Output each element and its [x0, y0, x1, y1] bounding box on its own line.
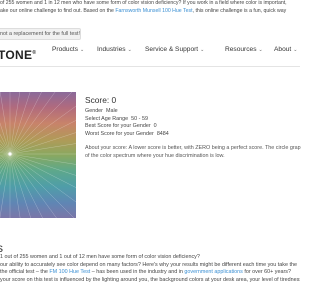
fact-line-1: 1 out of 255 women and 1 out of 12 men h… [0, 254, 200, 260]
results-panel: Score: 0 Gender Male Select Age Range 50… [85, 95, 300, 138]
about-line-1: About your score: A lower score is bette… [85, 145, 301, 151]
chevron-down-icon: ⌄ [258, 47, 263, 53]
intro-line-1: of 255 women and 1 in 12 men who have so… [0, 0, 287, 6]
about-score-text: About your score: A lower score is bette… [85, 145, 305, 160]
fm100-hue-test-link-2[interactable]: FM 100 Hue Test [49, 269, 90, 275]
fact-line-4: your score on this test is influenced by… [0, 276, 300, 283]
worst-score-value: 8484 [156, 130, 169, 137]
nav-service-support-label: Service & Support [145, 46, 199, 53]
age-range-row: Select Age Range 50 - 59 [85, 116, 300, 124]
nav-industries-label: Industries [97, 46, 126, 53]
about-line-2: of the color spectrum where your hue dis… [85, 152, 225, 159]
facts-section: 1 out of 255 women and 1 out of 12 men h… [0, 254, 300, 284]
score-heading: Score: 0 [85, 95, 117, 105]
worst-score-label: Worst Score for your Gender [85, 130, 154, 137]
nav-service-support[interactable]: Service & Support ⌄ [145, 46, 204, 53]
nav-resources[interactable]: Resources ⌄ [225, 46, 263, 53]
fact-line-3-middle: – has been used in the industry and in [90, 269, 185, 276]
best-score-value: 0 [153, 123, 157, 130]
gender-value[interactable]: Male [106, 108, 118, 114]
age-range-value[interactable]: 50 - 59 [131, 116, 148, 122]
fact-line-3-prefix: the official test – the [0, 269, 50, 276]
worst-score-row: Worst Score for your Gender 8484 [85, 131, 300, 139]
best-score-label: Best Score for your Gender [85, 123, 151, 130]
gender-row: Gender Male [85, 108, 300, 116]
best-score-row: Best Score for your Gender 0 [85, 123, 300, 131]
disclaimer-notice: not a replacement for the full test! [0, 28, 81, 40]
chevron-down-icon: ⌄ [80, 47, 85, 53]
registered-mark: ® [32, 50, 37, 56]
chevron-down-icon: ⌄ [127, 47, 132, 53]
nav-products-label: Products [52, 46, 79, 53]
intro-banner: of 255 women and 1 in 12 men who have so… [0, 0, 300, 15]
facts-heading: s [0, 241, 3, 255]
nav-resources-label: Resources [225, 46, 257, 53]
fact-line-2: our ability to accurately see color depe… [0, 261, 297, 268]
intro-line-2-prefix: ake our online challenge to find out. Ba… [0, 7, 116, 14]
fact-line-3-suffix: for over 60+ years? [242, 269, 291, 276]
center-dot [8, 152, 12, 156]
hue-score-circle-graph [0, 92, 76, 218]
nav-products[interactable]: Products ⌄ [52, 46, 84, 53]
fm100-hue-test-link[interactable]: Farnsworth Munsell 100 Hue Test [115, 8, 192, 14]
age-range-label: Select Age Range [85, 115, 129, 122]
site-header: TONE® Products ⌄ Industries ⌄ Service & Su… [0, 42, 300, 67]
nav-about[interactable]: About ⌄ [274, 46, 297, 53]
gender-label: Gender [85, 108, 103, 114]
intro-line-2-suffix: , this online challenge is a fun, quick … [192, 7, 287, 14]
nav-about-label: About [274, 46, 292, 53]
chevron-down-icon: ⌄ [200, 47, 205, 53]
government-applications-link[interactable]: government applications [184, 269, 242, 275]
nav-industries[interactable]: Industries ⌄ [97, 46, 132, 53]
brand-logo[interactable]: TONE® [0, 48, 36, 62]
logo-text: TONE [0, 48, 33, 62]
chevron-down-icon: ⌄ [293, 47, 298, 53]
fact-line-3: the official test – the FM 100 Hue Test … [0, 269, 300, 277]
